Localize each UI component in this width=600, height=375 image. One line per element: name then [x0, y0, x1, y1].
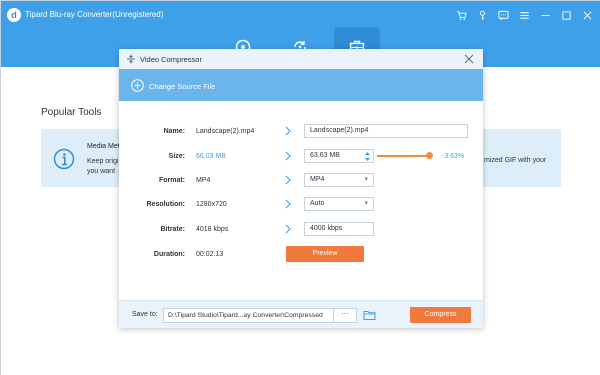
duration-label: Duration: [153, 251, 185, 258]
folder-icon[interactable] [363, 309, 376, 321]
maximize-icon[interactable] [560, 9, 572, 21]
minimize-icon[interactable] [539, 9, 551, 21]
resolution-select[interactable]: Auto ▾ [304, 197, 374, 211]
compress-icon [127, 54, 135, 64]
chevron-right-icon [285, 175, 291, 185]
info-icon [53, 148, 75, 170]
size-original: 66.03 MB [196, 153, 226, 160]
dialog-titlebar: Video Compressor [119, 49, 483, 69]
format-label: Format: [158, 177, 185, 184]
dialog-close-icon[interactable] [463, 53, 475, 65]
change-source-bar[interactable]: Change Source File [119, 69, 483, 101]
cart-icon[interactable] [455, 9, 467, 21]
add-circle-icon [131, 79, 144, 92]
name-field[interactable]: Landscape(2).mp4 [304, 124, 468, 138]
browse-button[interactable]: ··· [333, 309, 356, 322]
resolution-label: Resolution: [146, 201, 186, 208]
app-title: Tipard Blu-ray Converter(Unregistered) [25, 10, 164, 19]
key-icon[interactable] [476, 9, 488, 21]
name-original: Landscape(2).mp4 [196, 128, 255, 135]
close-icon[interactable] [581, 9, 593, 21]
chevron-down-icon: ▾ [364, 176, 368, 183]
window-controls [455, 8, 593, 22]
chevron-right-icon [285, 151, 291, 161]
popular-tools-heading: Popular Tools [41, 107, 102, 118]
menu-icon[interactable] [518, 9, 530, 21]
save-to-label: Save to: [132, 311, 158, 318]
size-label: Size: [168, 153, 185, 160]
bitrate-label: Bitrate: [160, 226, 185, 233]
duration-original: 00:02:13 [196, 251, 224, 258]
resolution-output: Auto [310, 200, 325, 207]
size-slider-thumb[interactable] [426, 152, 433, 159]
tool-name: Media Met [87, 143, 120, 150]
change-source-label: Change Source File [149, 82, 216, 91]
chevron-right-icon [285, 199, 291, 209]
name-label: Name: [163, 128, 185, 135]
bitrate-original: 4018 kbps [196, 226, 229, 233]
chevron-right-icon [285, 126, 291, 136]
feedback-icon[interactable] [497, 9, 509, 21]
size-output: 63.63 MB [310, 152, 340, 159]
chevron-right-icon [285, 224, 291, 234]
video-compressor-dialog: Video Compressor Change Source File Name… [119, 49, 483, 328]
app-logo: d [7, 8, 21, 22]
chevron-down-icon: ▾ [364, 200, 368, 207]
preview-button[interactable]: Preview [286, 246, 364, 262]
dialog-title: Video Compressor [140, 55, 202, 64]
format-original: MP4 [196, 177, 211, 184]
resolution-original: 1280x720 [196, 201, 227, 208]
app-window: d Tipard Blu-ray Converter(Unregistered) [0, 0, 600, 375]
bitrate-field[interactable]: 4000 kbps [304, 222, 374, 236]
spinner-arrows-icon[interactable] [364, 151, 371, 162]
format-select[interactable]: MP4 ▾ [304, 173, 374, 187]
save-path-field[interactable]: D:\Tipard Studio\Tipard...ay Converter\C… [163, 308, 357, 323]
compress-button[interactable]: Compress [410, 307, 471, 323]
format-output: MP4 [310, 176, 325, 183]
dialog-footer: Save to: D:\Tipard Studio\Tipard...ay Co… [119, 300, 483, 328]
tool-description-right: mized GIF with your [484, 157, 547, 164]
size-percent: -3.63% [442, 153, 465, 160]
size-slider-track[interactable] [377, 155, 429, 157]
size-stepper[interactable]: 63.63 MB [304, 149, 374, 163]
